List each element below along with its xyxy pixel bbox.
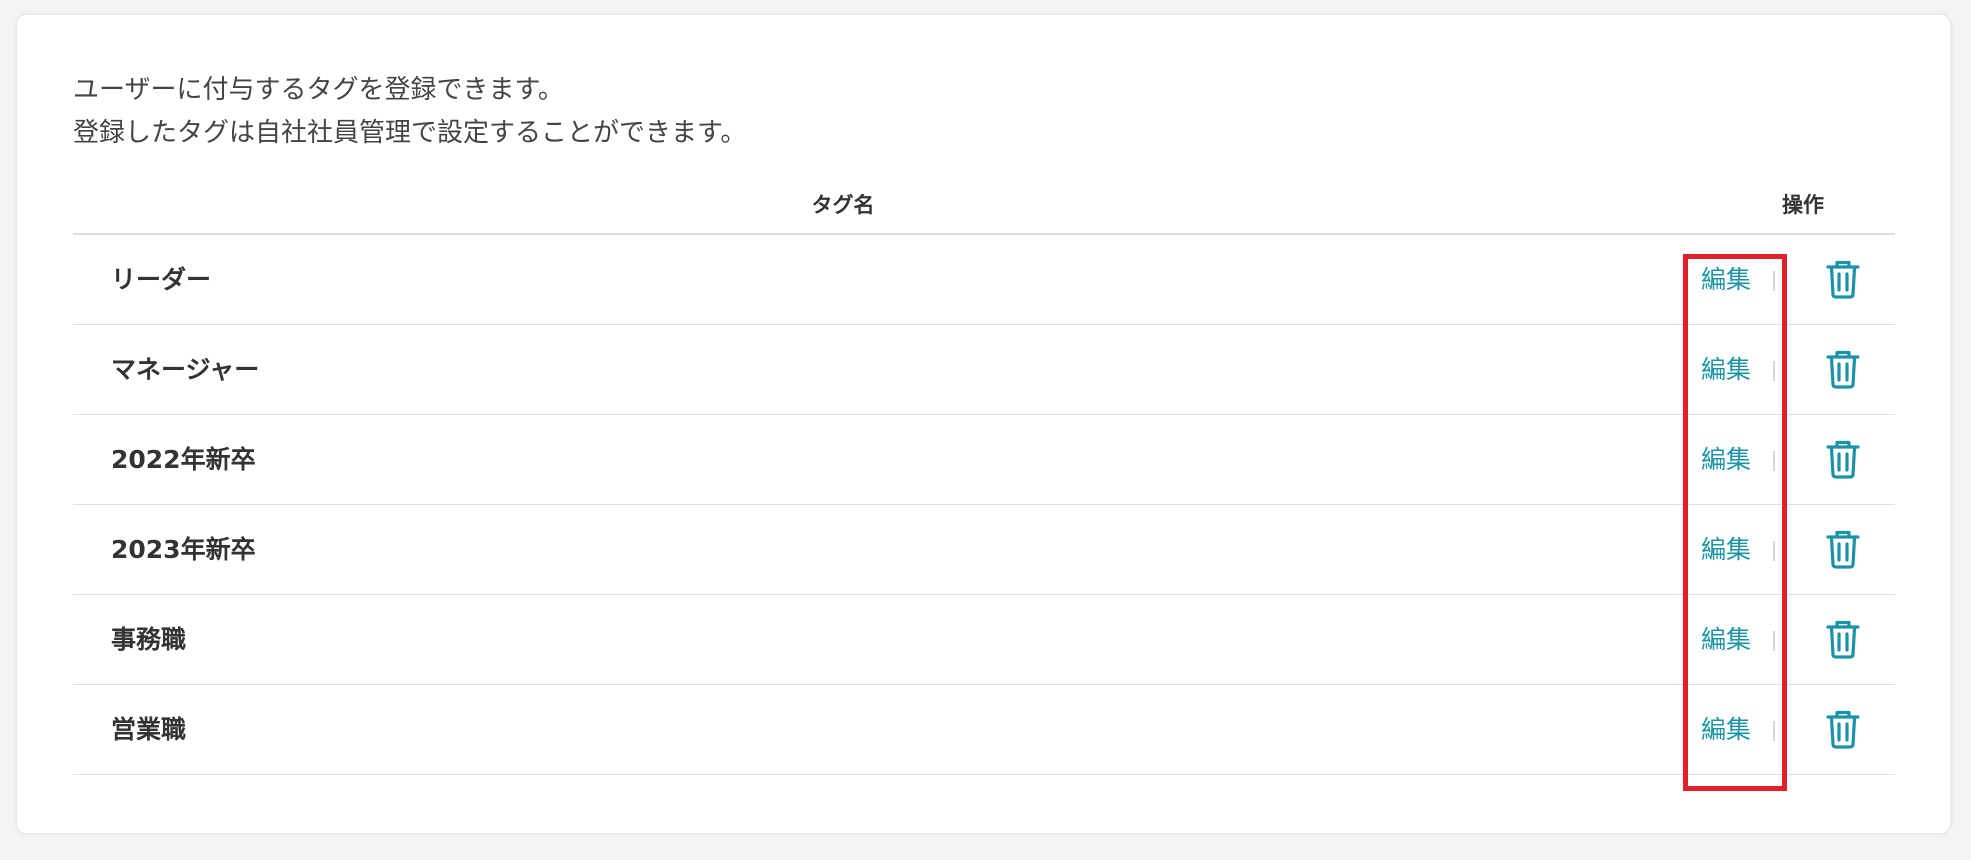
description: ユーザーに付与するタグを登録できます。 登録したタグは自社社員管理で設定すること…: [73, 69, 746, 155]
trash-icon[interactable]: [1825, 439, 1861, 479]
description-line-2: 登録したタグは自社社員管理で設定することができます。: [73, 118, 747, 148]
edit-button[interactable]: 編集: [1691, 685, 1761, 774]
edit-button[interactable]: 編集: [1691, 415, 1761, 504]
edit-button[interactable]: 編集: [1691, 505, 1761, 594]
edit-button[interactable]: 編集: [1691, 235, 1761, 324]
edit-button[interactable]: 編集: [1691, 595, 1761, 684]
tag-settings-card: ユーザーに付与するタグを登録できます。 登録したタグは自社社員管理で設定すること…: [17, 15, 1950, 833]
action-separator: [1773, 721, 1775, 741]
description-line-1: ユーザーに付与するタグを登録できます。: [73, 75, 564, 105]
table-row: 事務職 編集: [73, 595, 1895, 685]
tag-name: 2023年新卒: [111, 535, 256, 564]
action-separator: [1773, 541, 1775, 561]
table-row: 2023年新卒 編集: [73, 505, 1895, 595]
trash-icon[interactable]: [1825, 619, 1861, 659]
tag-table: タグ名 操作 リーダー 編集 マネージャー 編集 2022年新卒 編集 2023…: [73, 177, 1895, 775]
column-header-tag-name: タグ名: [811, 193, 875, 217]
tag-name: 事務職: [111, 625, 187, 654]
trash-icon[interactable]: [1825, 709, 1861, 749]
tag-name: 2022年新卒: [111, 445, 256, 474]
action-separator: [1773, 271, 1775, 291]
table-row: リーダー 編集: [73, 235, 1895, 325]
trash-icon[interactable]: [1825, 529, 1861, 569]
table-row: マネージャー 編集: [73, 325, 1895, 415]
action-separator: [1773, 451, 1775, 471]
tag-name: 営業職: [111, 715, 187, 744]
trash-icon[interactable]: [1825, 259, 1861, 299]
action-separator: [1773, 631, 1775, 651]
table-row: 営業職 編集: [73, 685, 1895, 775]
table-row: 2022年新卒 編集: [73, 415, 1895, 505]
edit-button[interactable]: 編集: [1691, 325, 1761, 414]
trash-icon[interactable]: [1825, 349, 1861, 389]
table-header: タグ名 操作: [73, 177, 1895, 235]
tag-name: リーダー: [111, 265, 212, 294]
tag-name: マネージャー: [111, 355, 260, 384]
column-header-actions: 操作: [1782, 193, 1824, 217]
action-separator: [1773, 361, 1775, 381]
